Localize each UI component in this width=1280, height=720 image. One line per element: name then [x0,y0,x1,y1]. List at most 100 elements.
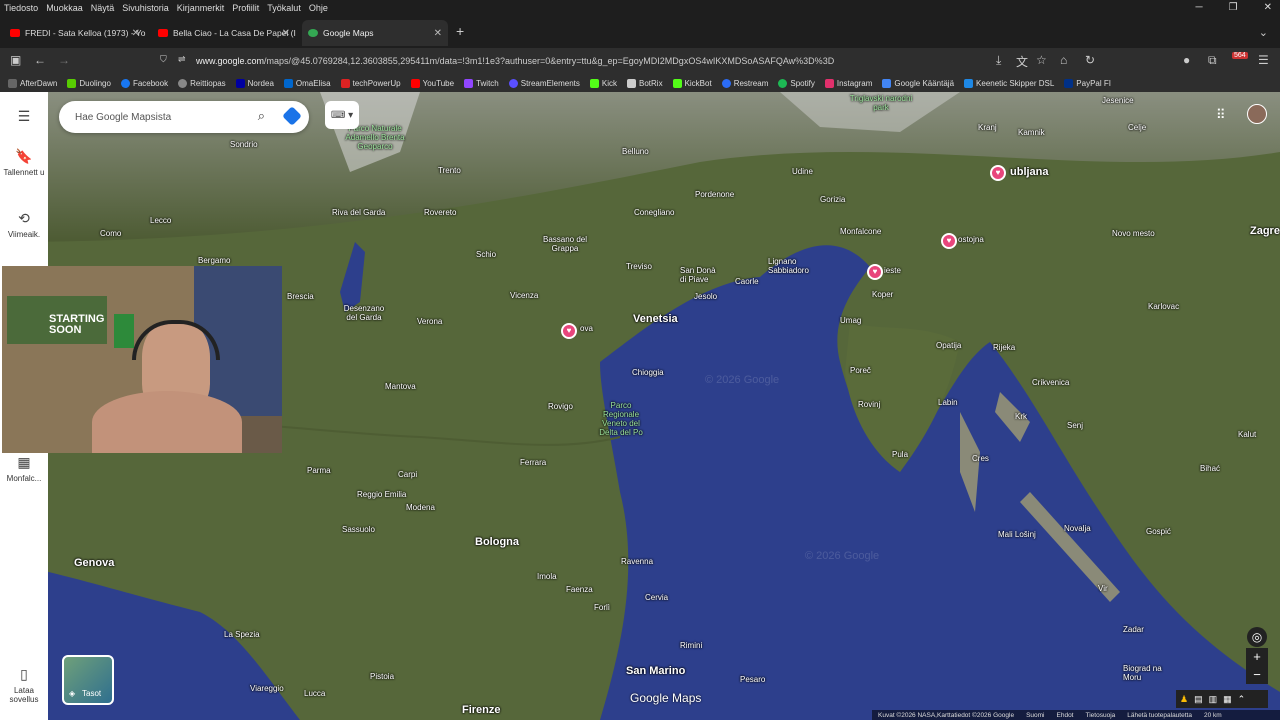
search-icon[interactable]: ⌕ [258,108,265,124]
sidebar-toggle-icon[interactable]: ▣ [10,53,21,67]
place-label[interactable]: Rovereto [424,208,456,217]
page-info-icon[interactable]: ⇌ [178,54,186,65]
place-label[interactable]: Conegliano [634,208,674,217]
close-window-icon[interactable]: ✕ [1264,2,1272,13]
menu-tools[interactable]: Työkalut [267,3,301,13]
place-label[interactable]: Modena [406,503,435,512]
extensions-icon[interactable]: ⧉ [1208,53,1217,68]
place-label[interactable]: Ravenna [621,557,653,566]
saved-place-pin[interactable]: ♥ [867,264,883,280]
place-label[interactable]: Chioggia [632,368,664,377]
place-label[interactable]: Pesaro [740,675,765,684]
bookmark-streamelements[interactable]: StreamElements [508,78,580,88]
place-label[interactable]: Riva del Garda [332,208,385,217]
menu-view[interactable]: Näytä [91,3,115,13]
place-label[interactable]: Senj [1067,421,1083,430]
place-label[interactable]: Gospić [1146,527,1171,536]
menu-bookmarks[interactable]: Kirjanmerkit [177,3,225,13]
place-label[interactable]: Kranj [978,123,997,132]
place-label[interactable]: Opatija [936,341,961,350]
place-label[interactable]: Biograd na Moru [1123,664,1163,682]
feedback-link[interactable]: Lähetä tuotepalautetta [1127,712,1192,719]
saved-place-pin[interactable]: ♥ [990,165,1006,181]
country-link[interactable]: Suomi [1026,712,1044,719]
place-label[interactable]: Zadar [1123,625,1144,634]
tab-list-chevron-icon[interactable]: ⌄ [1259,26,1268,39]
place-label[interactable]: Krk [1015,412,1027,421]
place-label[interactable]: ova [580,324,593,333]
place-label[interactable]: Pistoia [370,672,394,681]
place-label[interactable]: Rovigo [548,402,573,411]
place-label[interactable]: Sassuolo [342,525,375,534]
zoom-out-button[interactable]: − [1246,666,1268,684]
place-label[interactable]: Lucca [304,689,325,698]
place-label[interactable]: Vicenza [510,291,538,300]
bookmark-botrix[interactable]: BotRix [627,78,663,88]
place-label[interactable]: Faenza [566,585,593,594]
menu-button[interactable]: ☰ [0,108,48,128]
place-label[interactable]: Sondrio [230,140,258,149]
place-label[interactable]: Vir [1098,584,1108,593]
place-label[interactable]: Brescia [287,292,314,301]
saved-button[interactable]: 🔖 Tallennett u [0,148,48,177]
scale-bar[interactable]: 20 km [1204,712,1222,719]
place-label[interactable]: Cres [972,454,989,463]
place-label[interactable]: Reggio Emilia [357,490,406,499]
restore-icon[interactable]: ❐ [1229,2,1238,13]
bookmark-google-kaantaja[interactable]: Google Kääntäjä [882,78,954,88]
menu-help[interactable]: Ohje [309,3,328,13]
bookmark-restream[interactable]: Restream [721,78,768,88]
place-label[interactable]: Novo mesto [1112,229,1155,238]
bookmark-paypal[interactable]: PayPal FI [1064,78,1111,88]
place-label[interactable]: Belluno [622,147,649,156]
forward-icon[interactable]: → [58,53,70,67]
get-app-button[interactable]: ▯ Lataa sovellus [0,666,48,704]
place-label[interactable]: Udine [792,167,813,176]
place-label[interactable]: Bassano del Grappa [540,235,590,253]
bookmark-star-icon[interactable]: ☆ [1036,53,1047,67]
terms-link[interactable]: Ehdot [1057,712,1074,719]
avatar[interactable] [1247,104,1267,124]
place-label[interactable]: Zagre [1250,225,1280,237]
place-label[interactable]: La Spezia [224,630,260,639]
place-label[interactable]: ostojna [958,235,984,244]
input-tools-button[interactable]: ⌨ ▾ [325,101,359,129]
place-label[interactable]: Desenzano del Garda [340,304,388,322]
place-label[interactable]: Crikvenica [1032,378,1069,387]
place-label[interactable]: Trento [438,166,461,175]
place-label[interactable]: Celje [1128,123,1146,132]
search-input[interactable]: Hae Google Mapsista ⌕ [59,101,309,133]
place-label[interactable]: Kamnik [1018,128,1045,137]
place-label[interactable]: Ferrara [520,458,546,467]
collapse-chevron-icon[interactable]: ⌃ [1238,694,1246,705]
place-label[interactable]: Mantova [385,382,416,391]
menu-hamburger-icon[interactable]: ☰ [1258,53,1269,67]
privacy-link[interactable]: Tietosuoja [1086,712,1116,719]
place-label[interactable]: Monfalcone [840,227,881,236]
place-label[interactable]: Caorle [735,277,759,286]
place-label[interactable]: Gorizia [820,195,845,204]
place-label[interactable]: Carpi [398,470,417,479]
place-label[interactable]: Forlì [594,603,610,612]
terrain-thumbnail-icon[interactable]: ▥ [1209,694,1218,705]
shield-icon[interactable]: ⛉ [160,54,167,65]
menu-profiles[interactable]: Profiilit [232,3,259,13]
bookmark-reittiopas[interactable]: Reittiopas [178,78,226,88]
place-label[interactable]: Verona [417,317,442,326]
place-label[interactable]: Como [100,229,121,238]
place-label[interactable]: Karlovac [1148,302,1179,311]
saved-place-pin[interactable]: ♥ [561,323,577,339]
place-label[interactable]: Parma [307,466,331,475]
place-label[interactable]: ieste [884,266,901,275]
recent-button[interactable]: ⟲ Viimeaik. [0,210,48,239]
place-label[interactable]: San Marino [626,665,685,677]
tab-close-icon[interactable]: ✕ [434,28,442,39]
pegman-icon[interactable]: ♟ [1180,694,1188,705]
place-label[interactable]: ubljana [1010,166,1049,178]
place-label[interactable]: Mali Lošinj [998,530,1036,539]
bookmark-nordea[interactable]: Nordea [235,78,274,88]
place-label[interactable]: Cervia [645,593,668,602]
bookmark-twitch[interactable]: Twitch [464,78,499,88]
home-icon[interactable]: ⌂ [1060,53,1067,67]
account-icon[interactable]: ● [1183,53,1190,67]
